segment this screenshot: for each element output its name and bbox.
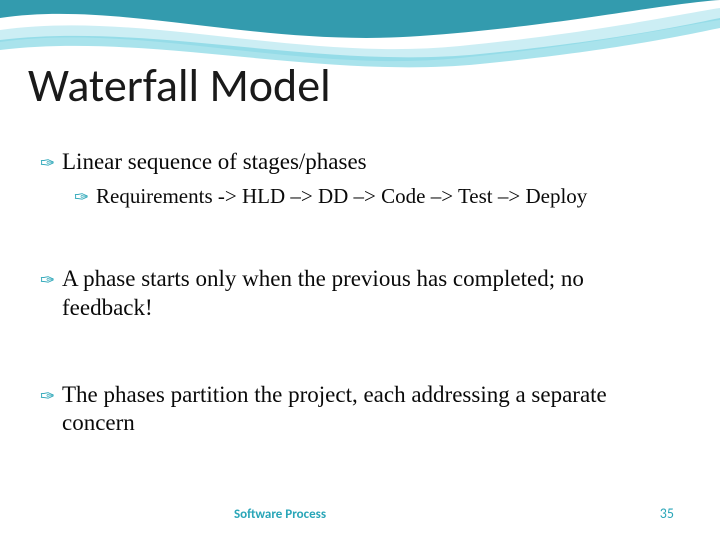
loop-icon: ✑ <box>40 152 62 175</box>
bullet-text: Linear sequence of stages/phases <box>62 149 367 174</box>
slide: Waterfall Model ✑Linear sequence of stag… <box>0 0 720 540</box>
bullet-level1: ✑The phases partition the project, each … <box>40 381 680 439</box>
loop-icon: ✑ <box>40 385 62 408</box>
bullet-level1: ✑Linear sequence of stages/phases <box>40 148 680 177</box>
bullet-text: Requirements -> HLD –> DD –> Code –> Tes… <box>96 184 587 208</box>
bullet-level1: ✑A phase starts only when the previous h… <box>40 265 680 323</box>
bullet-text: A phase starts only when the previous ha… <box>62 266 584 320</box>
bullet-text: The phases partition the project, each a… <box>62 382 607 436</box>
loop-icon: ✑ <box>74 186 96 209</box>
slide-title: Waterfall Model <box>28 58 331 114</box>
footer-label: Software Process <box>234 507 326 522</box>
footer-label-wrap: Software Process <box>0 507 720 522</box>
slide-body: ✑Linear sequence of stages/phases ✑Requi… <box>40 148 680 444</box>
bullet-level2: ✑Requirements -> HLD –> DD –> Code –> Te… <box>74 183 680 209</box>
loop-icon: ✑ <box>40 269 62 292</box>
page-number: 35 <box>660 505 674 522</box>
